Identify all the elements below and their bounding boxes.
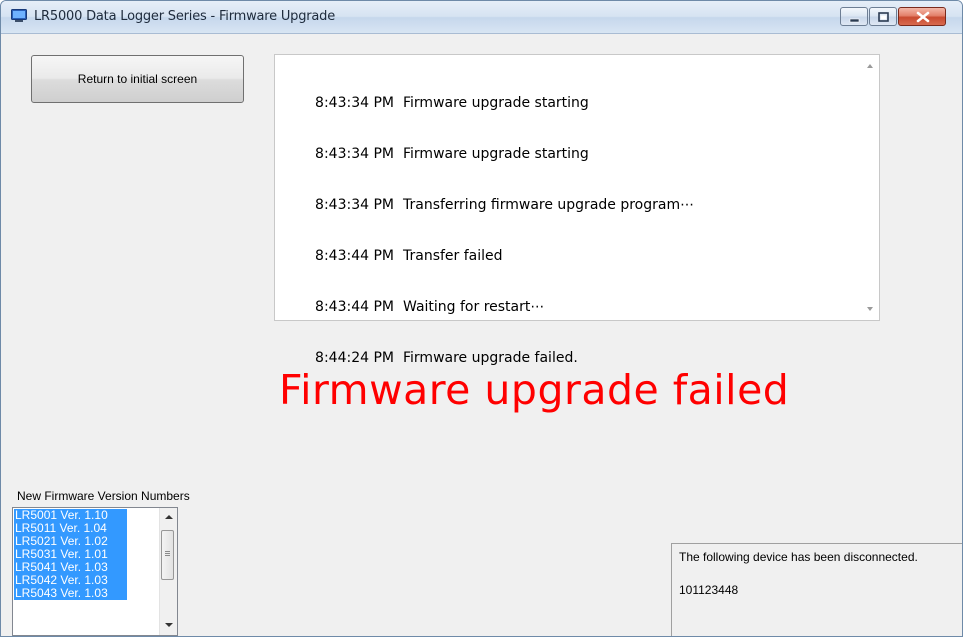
log-line: 8:43:34 PM Firmware upgrade starting — [315, 146, 589, 162]
log-scrollbar[interactable] — [862, 55, 879, 320]
maximize-icon — [878, 12, 889, 22]
client-area: Return to initial screen 8:43:34 PM Firmw… — [1, 34, 962, 636]
device-disconnected-message: The following device has been disconnect… — [679, 550, 918, 564]
list-item[interactable]: LR5011 Ver. 1.04 — [14, 522, 127, 535]
list-item[interactable]: LR5001 Ver. 1.10 — [14, 509, 127, 522]
scroll-up-icon[interactable] — [867, 64, 873, 68]
firmware-list-scrollbar[interactable] — [159, 508, 177, 635]
window-title: LR5000 Data Logger Series - Firmware Upg… — [34, 9, 336, 24]
monitor-icon — [11, 9, 27, 22]
app-window: LR5000 Data Logger Series - Firmware Upg… — [0, 0, 963, 637]
firmware-versions-listbox[interactable]: LR5001 Ver. 1.10 LR5011 Ver. 1.04 LR5021… — [12, 507, 178, 636]
scroll-down-icon[interactable] — [867, 307, 873, 311]
list-item[interactable]: LR5042 Ver. 1.03 — [14, 574, 127, 587]
device-status-panel: The following device has been disconnect… — [671, 543, 962, 636]
log-line: 8:44:24 PM Firmware upgrade failed. — [315, 350, 578, 366]
scroll-down-icon[interactable] — [165, 623, 173, 627]
grip-icon — [165, 551, 170, 552]
list-item[interactable]: LR5021 Ver. 1.02 — [14, 535, 127, 548]
title-bar[interactable]: LR5000 Data Logger Series - Firmware Upg… — [1, 1, 962, 34]
scroll-thumb[interactable] — [161, 530, 174, 580]
firmware-versions-label: New Firmware Version Numbers — [17, 489, 190, 503]
list-item[interactable]: LR5043 Ver. 1.03 — [14, 587, 127, 600]
maximize-button[interactable] — [869, 7, 897, 26]
close-button[interactable] — [898, 7, 946, 26]
log-line: 8:43:34 PM Firmware upgrade starting — [315, 95, 589, 111]
log-line: 8:43:34 PM Transferring firmware upgrade … — [315, 197, 695, 213]
list-item[interactable]: LR5041 Ver. 1.03 — [14, 561, 127, 574]
log-lines: 8:43:34 PM Firmware upgrade starting 8:43… — [288, 61, 694, 401]
list-item[interactable]: LR5031 Ver. 1.01 — [14, 548, 127, 561]
log-line: 8:43:44 PM Waiting for restart⋯ — [315, 299, 545, 315]
device-serial-number: 101123448 — [679, 583, 739, 597]
return-to-initial-screen-button[interactable]: Return to initial screen — [31, 55, 244, 103]
minimize-button[interactable] — [840, 7, 868, 26]
status-message: Firmware upgrade failed — [279, 366, 790, 414]
close-icon — [916, 11, 930, 23]
log-line: 8:43:44 PM Transfer failed — [315, 248, 503, 264]
minimize-icon — [849, 18, 860, 23]
scroll-up-icon[interactable] — [165, 515, 173, 519]
log-textbox[interactable]: 8:43:34 PM Firmware upgrade starting 8:43… — [274, 54, 880, 366]
